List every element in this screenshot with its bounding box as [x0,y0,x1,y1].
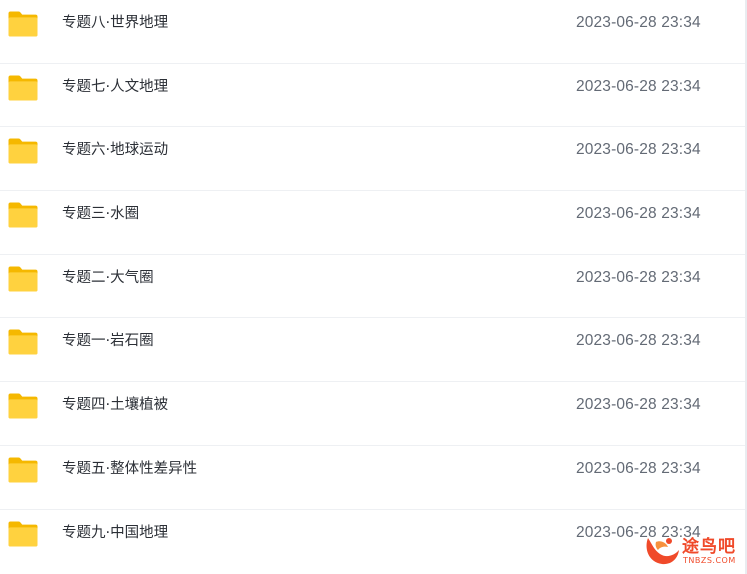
file-name[interactable]: 专题一·岩石圈 [62,331,154,351]
list-item[interactable]: 专题八·世界地理 2023-06-28 23:34 [0,0,747,64]
folder-icon [7,10,39,38]
folder-icon [7,74,39,102]
bird-logo-icon [646,538,679,565]
list-item[interactable]: 专题五·整体性差异性 2023-06-28 23:34 [0,446,747,510]
folder-icon [7,137,39,165]
list-item[interactable]: 专题三·水圈 2023-06-28 23:34 [0,191,747,255]
watermark-logo: 途鸟吧 TNBZS.COM [640,528,744,572]
list-item[interactable]: 专题六·地球运动 2023-06-28 23:34 [0,127,747,192]
folder-icon [7,392,39,420]
modified-date: 2023-06-28 23:34 [576,396,701,414]
watermark-text: 途鸟吧 [682,537,736,557]
modified-date: 2023-06-28 23:34 [576,459,701,477]
list-item[interactable]: 专题七·人文地理 2023-06-28 23:34 [0,64,747,128]
folder-icon [7,456,39,484]
file-name[interactable]: 专题六·地球运动 [62,140,168,160]
modified-date: 2023-06-28 23:34 [576,77,701,95]
list-item[interactable]: 专题四·土壤植被 2023-06-28 23:34 [0,382,747,446]
file-name[interactable]: 专题九·中国地理 [62,523,168,543]
list-item[interactable]: 专题九·中国地理 2023-06-28 23:34 [0,510,747,574]
file-name[interactable]: 专题四·土壤植被 [62,395,168,415]
file-name[interactable]: 专题七·人文地理 [62,77,168,97]
modified-date: 2023-06-28 23:34 [576,332,701,350]
folder-icon [7,201,39,229]
file-name[interactable]: 专题三·水圈 [62,204,139,224]
folder-icon [7,520,39,548]
list-item[interactable]: 专题一·岩石圈 2023-06-28 23:34 [0,318,747,383]
file-list: 专题八·世界地理 2023-06-28 23:34 专题七·人文地理 2023-… [0,0,747,573]
modified-date: 2023-06-28 23:34 [576,14,701,31]
folder-icon [7,265,39,293]
modified-date: 2023-06-28 23:34 [576,205,701,223]
file-name[interactable]: 专题八·世界地理 [62,13,168,33]
modified-date: 2023-06-28 23:34 [576,268,701,286]
watermark-subtext: TNBZS.COM [683,556,736,565]
file-name[interactable]: 专题二·大气圈 [62,268,154,288]
file-name[interactable]: 专题五·整体性差异性 [62,459,197,479]
folder-icon [7,328,39,356]
list-item[interactable]: 专题二·大气圈 2023-06-28 23:34 [0,255,747,319]
modified-date: 2023-06-28 23:34 [576,141,701,159]
